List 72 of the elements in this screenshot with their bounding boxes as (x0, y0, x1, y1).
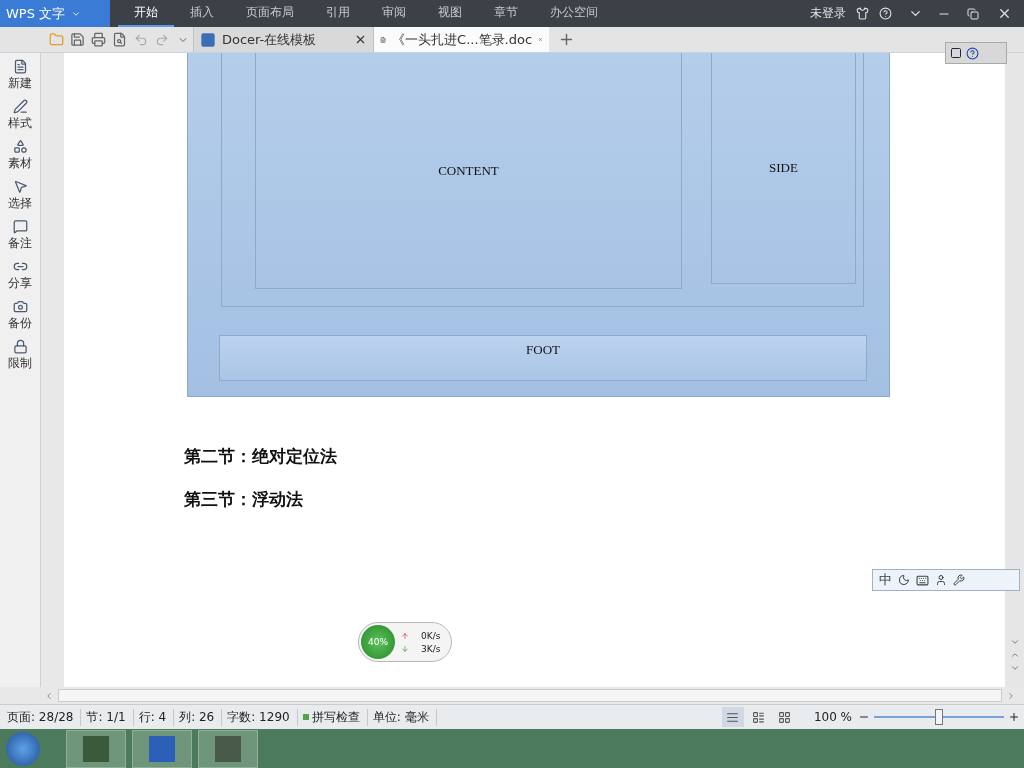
square-icon[interactable] (950, 47, 962, 59)
section-heading: 第二节：绝对定位法 (184, 445, 338, 468)
start-button[interactable] (6, 731, 40, 766)
sidebar-label[interactable]: 新建 (8, 75, 32, 92)
scroll-down-icon[interactable] (1009, 637, 1020, 647)
usage-percent: 40% (361, 625, 395, 659)
close-tab-icon[interactable] (354, 33, 367, 46)
document-tab[interactable]: Docer-在线模板 (193, 27, 373, 52)
ribbon-tab[interactable]: 插入 (174, 0, 230, 27)
sidebar-label[interactable]: 备注 (8, 235, 32, 252)
moon-icon[interactable] (898, 574, 910, 586)
save-icon[interactable] (70, 32, 85, 47)
ime-mode[interactable]: 中 (879, 571, 892, 589)
zoom-in-icon[interactable] (1008, 711, 1020, 723)
status-item: 拼写检查 (302, 708, 368, 726)
content-region: CONTENT (255, 53, 682, 289)
shirt-icon[interactable] (856, 7, 869, 20)
ribbon-tab[interactable]: 视图 (422, 0, 478, 27)
previous-page-icon[interactable] (1009, 650, 1020, 660)
taskbar-button[interactable] (132, 729, 192, 768)
section-heading: 第三节：浮动法 (184, 488, 304, 511)
grid-view-icon (778, 710, 792, 724)
sidebar-label[interactable]: 分享 (8, 275, 32, 292)
login-link[interactable]: 未登录 (810, 5, 846, 22)
shapes-icon[interactable] (12, 139, 28, 154)
document-tab[interactable]: 《一头扎进C...笔录.doc (373, 27, 549, 52)
status-item: 单位: 毫米 (372, 708, 437, 726)
sidebar-label[interactable]: 备份 (8, 315, 32, 332)
ribbon-tab[interactable]: 办公空间 (534, 0, 614, 27)
status-item: 页面: 28/28 (7, 708, 82, 726)
preview-icon[interactable] (112, 32, 127, 47)
sidebar-label[interactable]: 样式 (8, 115, 32, 132)
print-icon[interactable] (91, 32, 106, 47)
vertical-scrollbar[interactable] (1005, 53, 1024, 687)
next-page-icon[interactable] (1009, 663, 1020, 673)
horizontal-scrollbar[interactable] (58, 689, 1002, 702)
user-icon[interactable] (935, 574, 947, 586)
side-region: SIDE (711, 53, 856, 284)
page-view-icon (726, 710, 740, 724)
zoom-percent: 100 % (813, 710, 852, 724)
new-icon[interactable] (12, 59, 28, 74)
status-item: 列: 26 (179, 708, 223, 726)
download-speed: 3K/s (421, 643, 441, 654)
help-icon[interactable] (966, 46, 979, 60)
page-view-button[interactable] (721, 707, 744, 727)
keyboard-icon[interactable] (916, 573, 929, 587)
download-arrow-icon (401, 644, 409, 653)
status-item: 行: 4 (138, 708, 175, 726)
ribbon-tab[interactable]: 章节 (478, 0, 534, 27)
close-icon[interactable] (997, 6, 1012, 21)
foot-region: FOOT (219, 335, 867, 381)
app-menu-button[interactable]: WPS 文字 (0, 0, 110, 27)
upload-speed: 0K/s (421, 630, 441, 641)
sidebar-label[interactable]: 限制 (8, 355, 32, 372)
status-item: 字数: 1290 (227, 708, 298, 726)
sidebar-label[interactable]: 选择 (8, 195, 32, 212)
outline-view-icon (752, 710, 766, 724)
ribbon-tab[interactable]: 审阅 (366, 0, 422, 27)
ribbon-tab[interactable]: 引用 (310, 0, 366, 27)
settings-icon[interactable] (953, 574, 965, 586)
note-icon[interactable] (12, 219, 28, 234)
backup-icon[interactable] (12, 299, 28, 314)
sidebar-label[interactable]: 素材 (8, 155, 32, 172)
style-icon[interactable] (12, 99, 28, 114)
upload-arrow-icon (401, 631, 409, 640)
select-icon[interactable] (12, 179, 28, 194)
ribbon-tab[interactable]: 页面布局 (230, 0, 310, 27)
lock-icon[interactable] (12, 339, 28, 354)
taskbar-button[interactable] (66, 729, 126, 768)
taskbar-button[interactable] (198, 729, 258, 768)
restore-icon[interactable] (967, 7, 979, 20)
status-item: 节: 1/1 (86, 708, 134, 726)
